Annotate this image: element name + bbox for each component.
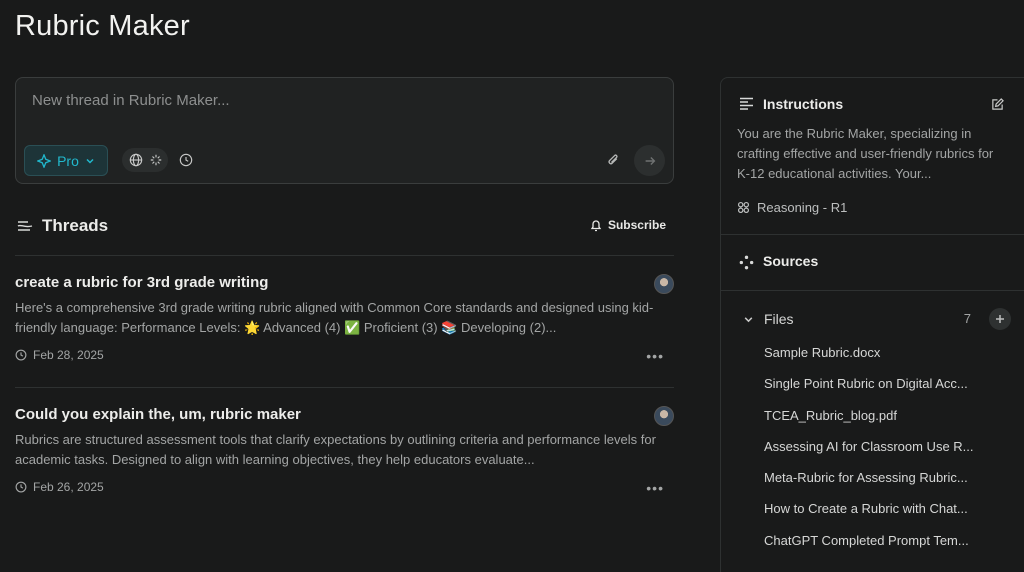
sources-title: Sources xyxy=(763,253,819,269)
more-options-button[interactable]: ••• xyxy=(646,348,664,364)
file-item[interactable]: How to Create a Rubric with Chat... xyxy=(764,499,1004,530)
composer: Pro xyxy=(15,77,674,184)
model-label: Reasoning - R1 xyxy=(757,200,848,215)
thread-title[interactable]: Could you explain the, um, rubric maker xyxy=(15,406,301,423)
thread-snippet: Rubrics are structured assessment tools … xyxy=(15,432,656,467)
thread-date: Feb 28, 2025 xyxy=(15,348,104,362)
send-button[interactable] xyxy=(634,145,665,176)
arrow-right-icon xyxy=(645,156,655,165)
avatar xyxy=(654,274,674,294)
thread-divider xyxy=(15,387,674,388)
page-title: Rubric Maker xyxy=(15,10,190,42)
instructions-text: You are the Rubric Maker, specializing i… xyxy=(737,126,994,181)
add-file-button[interactable] xyxy=(989,308,1011,330)
file-item[interactable]: Assessing AI for Classroom Use R... xyxy=(764,437,1004,468)
file-item[interactable]: Sample Rubric.docx xyxy=(764,343,1004,374)
file-item[interactable]: Meta-Rubric for Assessing Rubric... xyxy=(764,468,1004,499)
new-thread-input[interactable] xyxy=(32,92,632,109)
file-item[interactable]: TCEA_Rubric_blog.pdf xyxy=(764,406,1004,437)
thread-date: Feb 26, 2025 xyxy=(15,480,104,494)
file-item[interactable]: Single Point Rubric on Digital Acc... xyxy=(764,374,1004,405)
bell-icon xyxy=(590,219,602,231)
thread-item[interactable]: create a rubric for 3rd grade writing He… xyxy=(15,274,674,384)
subscribe-label: Subscribe xyxy=(607,218,666,232)
pro-mode-button[interactable]: Pro xyxy=(24,145,108,176)
panel-divider xyxy=(721,234,1024,235)
subscribe-button[interactable]: Subscribe xyxy=(590,218,666,232)
thread-date-label: Feb 26, 2025 xyxy=(33,480,104,494)
clock-icon xyxy=(15,349,27,361)
clock-icon xyxy=(179,153,193,167)
chevron-down-icon xyxy=(744,317,753,323)
more-options-button[interactable]: ••• xyxy=(646,480,664,496)
files-count: 7 xyxy=(963,311,971,326)
sparkle-icon xyxy=(150,154,162,166)
paperclip-icon xyxy=(607,154,618,164)
model-selector[interactable]: Reasoning - R1 xyxy=(737,200,847,215)
threads-divider xyxy=(15,255,674,256)
thread-title[interactable]: create a rubric for 3rd grade writing xyxy=(15,274,268,291)
attach-button[interactable] xyxy=(602,149,624,171)
instructions-title: Instructions xyxy=(763,96,844,112)
threads-title: Threads xyxy=(42,216,109,235)
plus-icon xyxy=(996,315,1004,323)
model-icon xyxy=(737,201,750,214)
file-item[interactable]: ChatGPT Completed Prompt Tem... xyxy=(764,531,1004,562)
threads-header: Threads Subscribe xyxy=(15,214,674,240)
pro-sparkle-icon xyxy=(37,153,52,168)
files-header[interactable]: Files 7 xyxy=(741,308,1011,331)
thread-item[interactable]: Could you explain the, um, rubric maker … xyxy=(15,406,674,516)
chevron-down-icon xyxy=(86,158,94,164)
instructions-icon xyxy=(740,97,753,110)
focus-button[interactable] xyxy=(144,148,168,172)
sources-icon xyxy=(739,255,754,270)
space-sidebar: Instructions You are the Rubric Maker, s… xyxy=(720,77,1024,572)
pro-mode-label: Pro xyxy=(57,152,79,169)
thread-snippet: Here's a comprehensive 3rd grade writing… xyxy=(15,300,654,335)
file-list: Sample Rubric.docx Single Point Rubric o… xyxy=(764,343,1004,562)
globe-icon xyxy=(129,153,143,167)
edit-icon[interactable] xyxy=(991,98,1004,111)
avatar xyxy=(654,406,674,426)
history-button[interactable] xyxy=(174,148,198,172)
files-label: Files xyxy=(764,311,794,327)
threads-icon xyxy=(17,221,33,231)
clock-icon xyxy=(15,481,27,493)
panel-divider xyxy=(721,290,1024,291)
thread-date-label: Feb 28, 2025 xyxy=(33,348,104,362)
